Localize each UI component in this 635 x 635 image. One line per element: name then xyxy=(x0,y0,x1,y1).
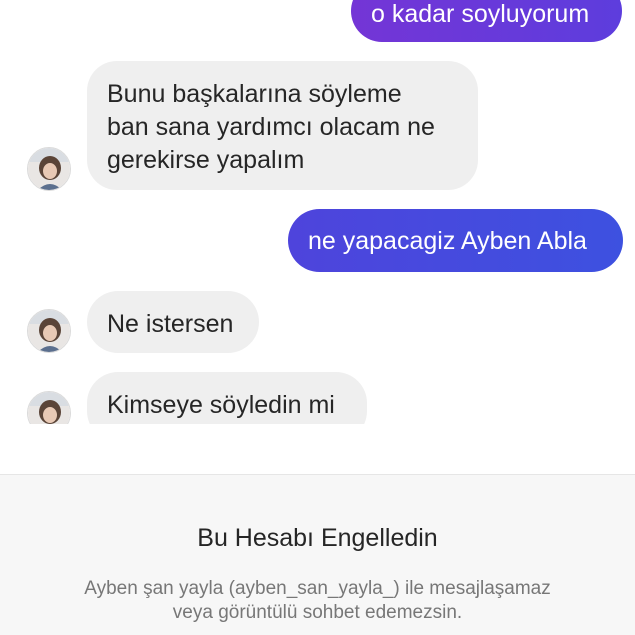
sent-message[interactable]: o kadar soyluyorum xyxy=(351,0,622,42)
blocked-title: Bu Hesabı Engelledin xyxy=(197,524,438,552)
sent-message[interactable]: ne yapacagiz Ayben Abla xyxy=(288,209,623,272)
contact-avatar[interactable] xyxy=(27,309,71,353)
blocked-description-line: Ayben şan yayla (ayben_san_yayla_) ile m… xyxy=(84,578,551,599)
sent-message-text: ne yapacagiz Ayben Abla xyxy=(308,227,587,255)
received-message[interactable]: Ne istersen xyxy=(87,291,259,353)
received-message-line: ban sana yardımcı olacam ne xyxy=(107,113,435,141)
received-message-line: gerekirse yapalım xyxy=(107,146,305,174)
received-message-line: Bunu başkalarına söyleme xyxy=(107,80,402,108)
profile-photo-icon xyxy=(28,148,70,190)
received-message[interactable]: Bunu başkalarına söyleme ban sana yardım… xyxy=(87,61,478,190)
message-thread[interactable]: o kadar soyluyorum Bunu başkalarına söyl… xyxy=(0,0,635,424)
contact-avatar[interactable] xyxy=(27,147,71,191)
contact-avatar[interactable] xyxy=(27,391,71,424)
received-message-text: Ne istersen xyxy=(107,310,234,338)
received-message[interactable]: Kimseye söyledin mi xyxy=(87,372,367,424)
blocked-description: Ayben şan yayla (ayben_san_yayla_) ile m… xyxy=(40,577,595,625)
received-message-text: Kimseye söyledin mi xyxy=(107,391,335,419)
profile-photo-icon xyxy=(28,310,70,352)
blocked-account-notice: Bu Hesabı Engelledin Ayben şan yayla (ay… xyxy=(0,474,635,635)
profile-photo-icon xyxy=(28,392,70,424)
sent-message-text: o kadar soyluyorum xyxy=(371,0,590,28)
blocked-description-line: veya görüntülü sohbet edemezsin. xyxy=(172,602,463,623)
